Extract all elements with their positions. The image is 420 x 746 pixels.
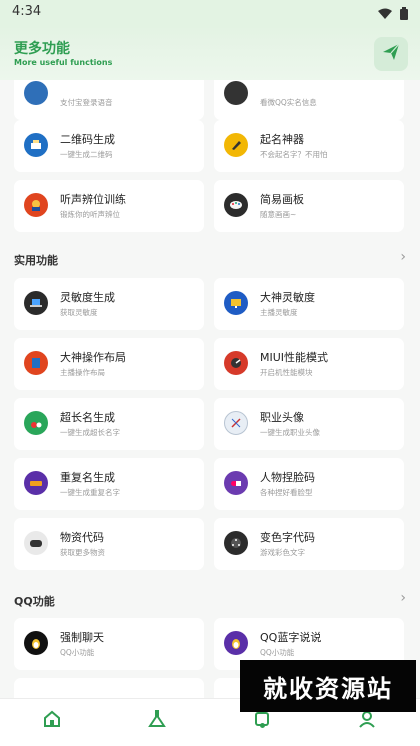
palette-icon: [224, 193, 248, 217]
nav-profile[interactable]: [355, 709, 379, 733]
feature-name: MIUI性能模式: [260, 351, 329, 364]
feature-desc: QQ小功能: [260, 648, 295, 657]
feature-name: 职业头像: [260, 411, 304, 424]
feature-name: 大神灵敏度: [260, 291, 315, 304]
gamepad-icon: [24, 531, 48, 555]
feature-desc: 不会起名字？不用怕: [260, 150, 328, 159]
feature-name: 重复名生成: [60, 471, 115, 484]
feature-name: 起名神器: [260, 133, 304, 146]
send-button[interactable]: [374, 37, 408, 71]
feature-name: 听声辨位训练: [60, 193, 126, 206]
feature-card-listen[interactable]: 听声辨位训练 锻炼你的听声辨位: [14, 180, 204, 232]
chevron-right-icon[interactable]: ›: [400, 590, 406, 606]
feature-card-partial-right[interactable]: 看微QQ实名信息: [214, 80, 404, 120]
monitor-icon: [224, 291, 248, 315]
feature-card-dup-name[interactable]: 重复名生成 一键生成重复名字: [14, 458, 204, 510]
feature-card-sketch[interactable]: 简易画板 随意画画~: [214, 180, 404, 232]
feature-name: 强制聊天: [60, 631, 104, 644]
feature-name: 超长名生成: [60, 411, 115, 424]
page-subtitle: More useful functions: [14, 58, 113, 67]
feature-desc: 主播操作布局: [60, 368, 105, 377]
feature-desc: 一键生成超长名字: [60, 428, 120, 437]
feature-card-miui[interactable]: MIUI性能模式 开启机性能模块: [214, 338, 404, 390]
feature-list[interactable]: 支付宝登录语音 看微QQ实名信息 二维码生成 一键生成二维码 起名神器 不会起名…: [0, 80, 420, 698]
feature-card-pinch-face[interactable]: 人物捏脸码 各种捏好看脸型: [214, 458, 404, 510]
realname-icon: [224, 81, 248, 105]
ticket-icon: [24, 471, 48, 495]
feature-card-partial-left[interactable]: 支付宝登录语音: [14, 80, 204, 120]
feature-name: 灵敏度生成: [60, 291, 115, 304]
feature-card-god-sensitivity[interactable]: 大神灵敏度 主播灵敏度: [214, 278, 404, 330]
feature-desc: 一键生成二维码: [60, 150, 113, 159]
feature-card-partial-bottom-left[interactable]: [14, 678, 204, 698]
feature-card-item-code[interactable]: 物资代码 获取更多物资: [14, 518, 204, 570]
feature-desc: 游戏彩色文字: [260, 548, 305, 557]
reel-icon: [224, 531, 248, 555]
battery-icon: [400, 5, 408, 24]
feature-card-god-layout[interactable]: 大神操作布局 主播操作布局: [14, 338, 204, 390]
tablet-icon: [24, 351, 48, 375]
watermark: 就收资源站: [240, 660, 416, 712]
alipay-voice-icon: [24, 81, 48, 105]
gauge-icon: [224, 351, 248, 375]
feature-name: 简易画板: [260, 193, 304, 206]
feature-card-force-chat[interactable]: 强制聊天 QQ小功能: [14, 618, 204, 670]
home-icon: [42, 709, 62, 733]
penguin-icon: [24, 631, 48, 655]
feature-name: 人物捏脸码: [260, 471, 315, 484]
feature-desc: 各种捏好看脸型: [260, 488, 313, 497]
feature-desc: 一键生成职业头像: [260, 428, 320, 437]
feature-card-long-name[interactable]: 超长名生成 一键生成超长名字: [14, 398, 204, 450]
page-header: 更多功能 More useful functions: [0, 26, 420, 80]
nav-lab[interactable]: [145, 709, 169, 733]
pen-icon: [224, 133, 248, 157]
feature-card-naming[interactable]: 起名神器 不会起名字？不用怕: [214, 120, 404, 172]
feature-desc: 支付宝登录语音: [60, 98, 113, 107]
soldier-icon: [24, 193, 48, 217]
send-icon: [382, 43, 400, 65]
profile-icon: [357, 709, 377, 733]
active-tab-indicator: [260, 723, 265, 728]
feature-desc: 锻炼你的听声辨位: [60, 210, 120, 219]
feature-card-sensitivity[interactable]: 灵敏度生成 获取灵敏度: [14, 278, 204, 330]
penguin-icon: [224, 631, 248, 655]
feature-desc: 主播灵敏度: [260, 308, 298, 317]
status-icons: [378, 5, 408, 24]
feature-name: QQ蓝字说说: [260, 631, 322, 644]
tools-icon: [252, 709, 272, 733]
feature-desc: 随意画画~: [260, 210, 297, 219]
status-time: 4:34: [12, 4, 42, 19]
pill-icon: [224, 471, 248, 495]
wifi-icon: [378, 5, 392, 24]
feature-card-color-code[interactable]: 变色字代码 游戏彩色文字: [214, 518, 404, 570]
feature-name: 物资代码: [60, 531, 104, 544]
status-bar: 4:34: [0, 0, 420, 26]
feature-name: 变色字代码: [260, 531, 315, 544]
feature-desc: 获取灵敏度: [60, 308, 98, 317]
feature-name: 大神操作布局: [60, 351, 126, 364]
compass-icon: [224, 411, 248, 435]
printer-icon: [24, 133, 48, 157]
nav-home[interactable]: [40, 709, 64, 733]
feature-desc: 一键生成重复名字: [60, 488, 120, 497]
page-title: 更多功能: [14, 41, 70, 57]
feature-desc: QQ小功能: [60, 648, 95, 657]
feature-name: 二维码生成: [60, 133, 115, 146]
feature-desc: 获取更多物资: [60, 548, 105, 557]
flask-icon: [24, 411, 48, 435]
feature-desc: 开启机性能模块: [260, 368, 313, 377]
section-title-qq: QQ功能: [14, 595, 55, 608]
feature-card-profession[interactable]: 职业头像 一键生成职业头像: [214, 398, 404, 450]
chevron-right-icon[interactable]: ›: [400, 249, 406, 265]
nav-tools[interactable]: [250, 709, 274, 733]
feature-desc: 看微QQ实名信息: [260, 98, 317, 107]
section-title-practical: 实用功能: [14, 254, 58, 267]
laptop-icon: [24, 291, 48, 315]
feature-card-qrcode[interactable]: 二维码生成 一键生成二维码: [14, 120, 204, 172]
flask-icon: [147, 709, 167, 733]
